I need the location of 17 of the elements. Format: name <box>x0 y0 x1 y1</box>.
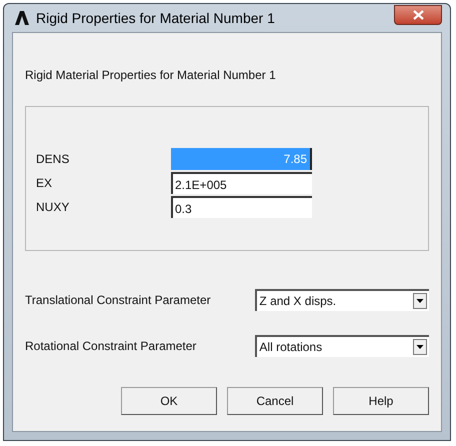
close-button[interactable] <box>394 5 442 25</box>
input-field[interactable]: 0.3 <box>171 196 312 218</box>
dialog-heading: Rigid Material Properties for Material Number 1 <box>25 67 277 84</box>
dialog-button[interactable]: OK <box>121 387 217 415</box>
close-icon <box>412 10 424 20</box>
input-field[interactable]: 2.1E+005 <box>171 172 312 194</box>
constraint-label: Rotational Constraint Parameter <box>25 338 198 355</box>
logo-icon <box>14 10 30 26</box>
dialog-button[interactable]: Cancel <box>227 387 323 415</box>
property-label: NUXY <box>36 199 70 216</box>
property-label: DENS <box>36 151 70 168</box>
dropdown[interactable]: All rotations <box>255 335 429 357</box>
dropdown[interactable]: Z and X disps. <box>255 289 429 311</box>
constraint-label: Translational Constraint Parameter <box>25 292 212 309</box>
window-title: Rigid Properties for Material Number 1 <box>36 8 275 28</box>
dialog-button[interactable]: Help <box>333 387 429 415</box>
property-label: EX <box>36 175 54 192</box>
